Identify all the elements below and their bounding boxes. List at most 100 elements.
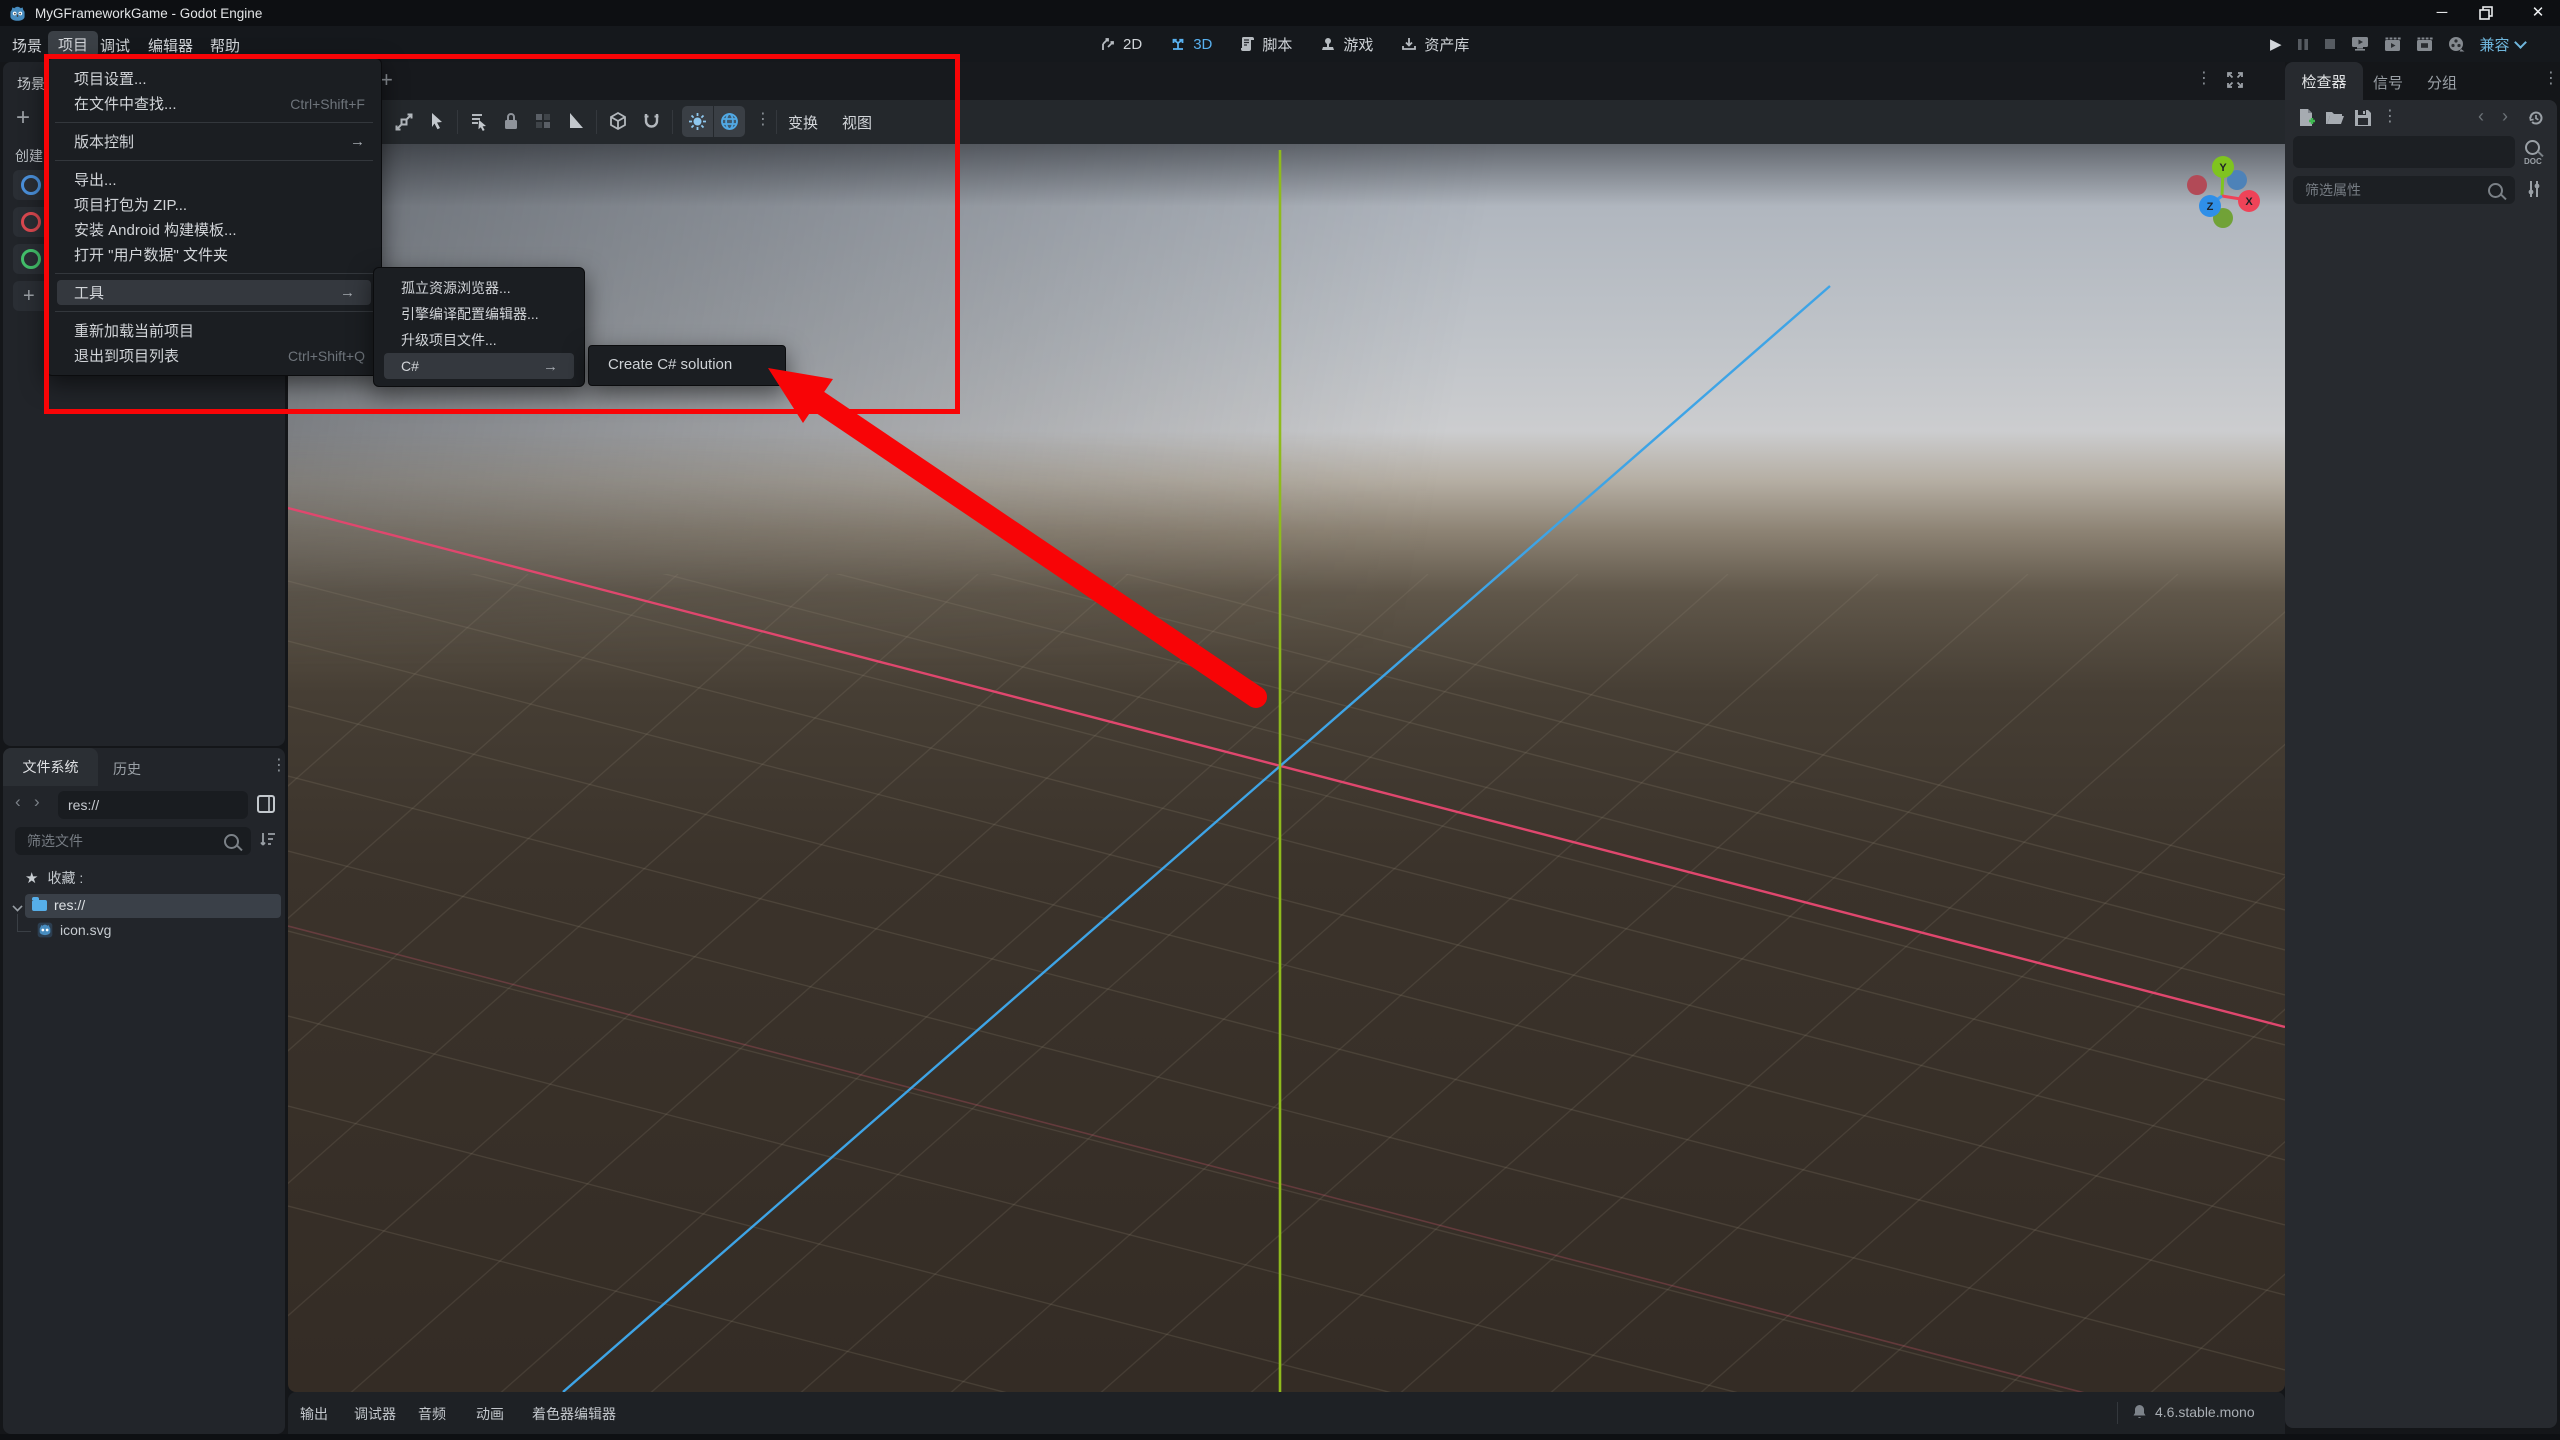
movie-maker-button[interactable] [2448, 36, 2465, 53]
menu-help[interactable]: 帮助 [210, 35, 240, 56]
game-icon [1320, 36, 1336, 52]
search-docs-icon[interactable]: DOC [2524, 140, 2542, 166]
renderer-selector[interactable]: 兼容 [2480, 34, 2527, 55]
search-icon [2488, 182, 2503, 198]
play-custom-scene-button[interactable] [2416, 37, 2433, 52]
inspector-panel: ⋮ ‹ › DOC [2285, 100, 2557, 1428]
menu-debug[interactable]: 调试 [100, 35, 130, 56]
debugger-tab[interactable]: 调试器 [354, 1404, 396, 1424]
history-back-icon[interactable]: ‹ [2478, 106, 2484, 127]
inspector-tools-icon[interactable] [2526, 180, 2542, 198]
z-axis-line [562, 285, 1831, 1392]
menu-scene[interactable]: 场景 [12, 35, 42, 56]
tab-3d[interactable]: 3D [1170, 36, 1212, 53]
tree-line-h [17, 931, 31, 932]
star-icon: ★ [25, 870, 39, 887]
resource-extra-icon[interactable]: ⋮ [2382, 109, 2398, 125]
tree-expand-icon[interactable] [12, 901, 23, 912]
play-scene-button[interactable] [2351, 36, 2369, 52]
plus-icon: + [23, 284, 35, 307]
inspector-tab[interactable]: 检查器 [2285, 62, 2363, 100]
folder-icon [32, 900, 47, 911]
inspector-dock: 检查器 信号 分组 ⋮ ⋮ ‹ › DOC [2285, 62, 2559, 1428]
filesystem-menu-icon[interactable]: ⋮ [271, 758, 287, 774]
svg-file-icon [37, 922, 53, 938]
add-node-icon[interactable]: + [16, 104, 30, 132]
history-icon[interactable] [2527, 109, 2545, 127]
play-button[interactable]: ▶ [2270, 35, 2282, 53]
play-current-scene-button[interactable] [2384, 37, 2401, 52]
filesystem-dock: 文件系统 历史 ⋮ ‹ › res:// ★ 收藏 : res:// [3, 748, 287, 1434]
favorites-row: ★ 收藏 : [25, 870, 84, 887]
nav-back-icon[interactable]: ‹ [15, 792, 21, 812]
scene-tabs-menu-icon[interactable]: ⋮ [2196, 71, 2212, 87]
window-bottom-strip [0, 1434, 2560, 1440]
2d-icon [1100, 36, 1116, 52]
pause-button[interactable] [2297, 38, 2309, 51]
scene-dock-tab[interactable]: 场景 [17, 74, 45, 94]
version-label[interactable]: 4.6.stable.mono [2155, 1404, 2255, 1420]
playback-controls: ▶ 兼容 [2270, 26, 2527, 62]
folder-icon-tab [32, 897, 39, 900]
tree-line [17, 914, 18, 931]
nav-forward-icon[interactable]: › [34, 792, 40, 812]
svg-text:X: X [2245, 196, 2253, 208]
bottom-bar: 输出 调试器 音频 动画 着色器编辑器 4.6.stable.mono [288, 1392, 2285, 1434]
file-filter-input[interactable] [25, 832, 224, 850]
menu-editor[interactable]: 编辑器 [148, 35, 193, 56]
history-tab[interactable]: 历史 [113, 759, 141, 779]
gizmo-neg-x-ball [2187, 175, 2207, 195]
property-filter-box[interactable] [2293, 176, 2515, 204]
assetlib-icon [1401, 36, 1417, 52]
version-separator [2117, 1402, 2118, 1424]
history-forward-icon[interactable]: › [2502, 106, 2508, 127]
resource-name-box[interactable] [2293, 136, 2515, 168]
sort-files-icon[interactable] [259, 830, 277, 848]
svg-text:Y: Y [2219, 162, 2227, 174]
axis-gizmo[interactable]: Y X Z [2172, 146, 2272, 246]
distraction-free-icon[interactable] [2226, 71, 2244, 89]
save-icon[interactable] [2354, 109, 2372, 127]
file-filter-box[interactable] [15, 827, 251, 855]
node2d-icon [21, 175, 41, 195]
title-bar: MyGFrameworkGame - Godot Engine ─ ✕ [0, 0, 2560, 26]
property-filter-input[interactable] [2303, 181, 2488, 199]
3d-icon [1170, 36, 1186, 52]
annotation-rectangle [44, 54, 960, 414]
animation-tab[interactable]: 动画 [476, 1404, 504, 1424]
minimize-button[interactable]: ─ [2428, 4, 2456, 21]
chevron-down-icon [2513, 36, 2527, 49]
notification-bell-icon[interactable] [2132, 1404, 2147, 1420]
groups-tab[interactable]: 分组 [2427, 72, 2457, 93]
output-tab[interactable]: 输出 [300, 1404, 328, 1424]
shader-editor-tab[interactable]: 着色器编辑器 [532, 1404, 616, 1424]
path-field[interactable]: res:// [58, 791, 248, 819]
tab-script[interactable]: 脚本 [1240, 34, 1292, 55]
signals-tab[interactable]: 信号 [2373, 72, 2403, 93]
split-view-icon[interactable] [256, 794, 276, 814]
tab-2d[interactable]: 2D [1100, 36, 1142, 53]
tab-assetlib[interactable]: 资产库 [1401, 34, 1469, 55]
script-icon [1240, 36, 1255, 52]
window-title: MyGFrameworkGame - Godot Engine [35, 5, 263, 21]
root-folder-row[interactable]: res:// [12, 894, 281, 918]
stop-button[interactable] [2324, 38, 2336, 50]
godot-logo-icon [9, 5, 26, 22]
close-button[interactable]: ✕ [2524, 3, 2552, 21]
dock-menu-icon[interactable]: ⋮ [2543, 71, 2559, 87]
godot-editor-window: MyGFrameworkGame - Godot Engine ─ ✕ 场景 项… [0, 0, 2560, 1440]
new-resource-icon[interactable] [2296, 108, 2316, 128]
filesystem-tab[interactable]: 文件系统 [3, 748, 98, 786]
file-row[interactable]: icon.svg [17, 914, 281, 942]
svg-text:Z: Z [2207, 201, 2214, 213]
control-icon [21, 249, 41, 269]
tab-game[interactable]: 游戏 [1320, 34, 1373, 55]
context-switcher: 2D 3D 脚本 游戏 资产库 [1100, 26, 1469, 62]
x-axis-line [288, 506, 2285, 1029]
audio-tab[interactable]: 音频 [418, 1404, 446, 1424]
create-root-label: 创建 [15, 148, 43, 164]
restore-button[interactable] [2478, 5, 2494, 21]
load-resource-icon[interactable] [2325, 110, 2345, 126]
node3d-icon [21, 212, 41, 232]
search-icon [224, 833, 239, 849]
